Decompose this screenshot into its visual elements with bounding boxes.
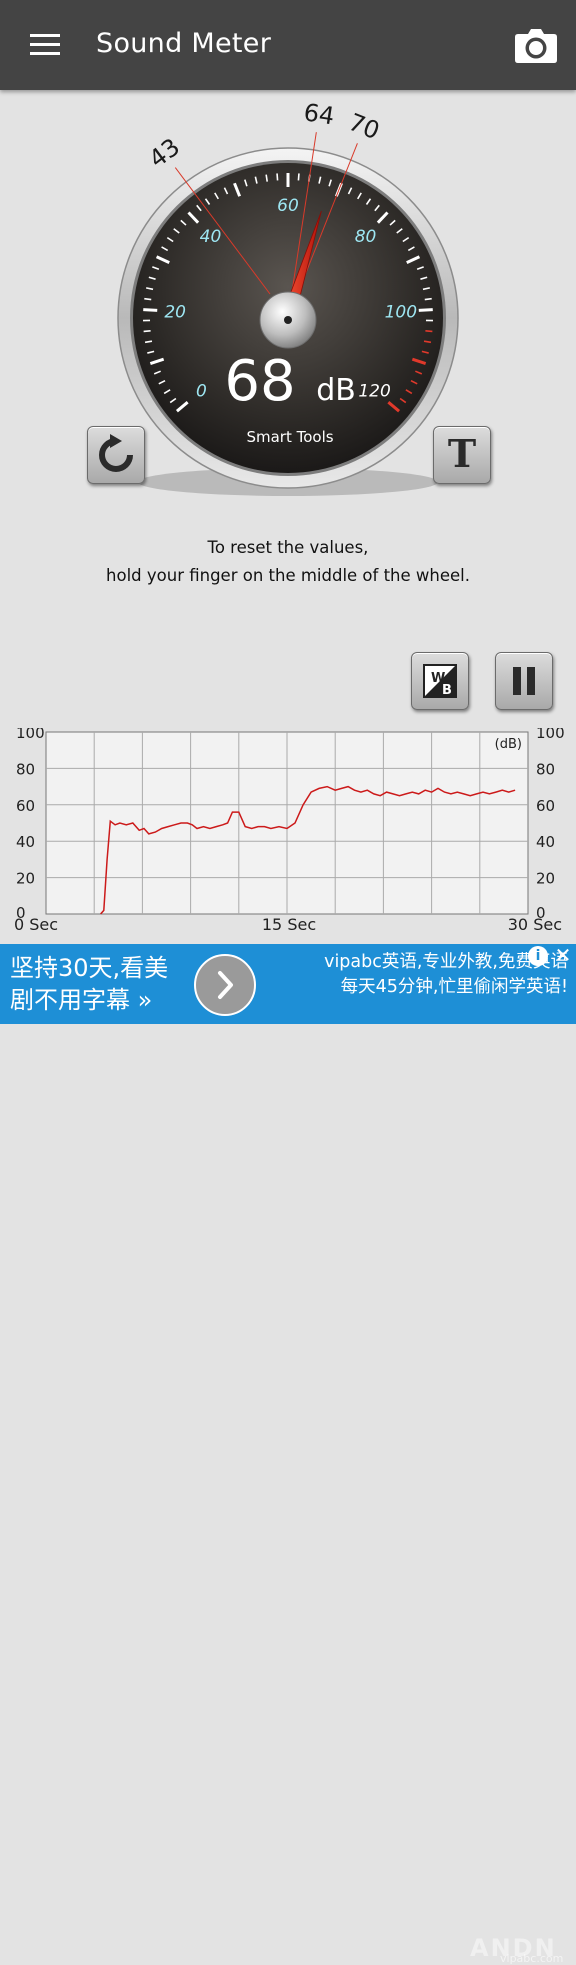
chart-ytick-right: 40 <box>536 833 555 851</box>
ad-right-text: vipabc英语,专业外教,免费英语 每天45分钟,忙里偷闲学英语! <box>264 950 568 1000</box>
app-title: Sound Meter <box>96 28 271 59</box>
chart-ytick-left: 60 <box>16 797 35 815</box>
ad-left-line-2: 剧不用字幕 » <box>10 984 198 1016</box>
svg-text:B: B <box>442 683 452 698</box>
chart-ytick-left: 20 <box>16 870 35 888</box>
gauge-scale-label: 120 <box>358 382 390 402</box>
ad-right-line-2: 每天45分钟,忙里偷闲学英语! <box>264 975 568 1000</box>
gauge-scale-label: 20 <box>164 302 186 322</box>
gauge-scale-label: 40 <box>200 227 222 247</box>
brand-label: Smart Tools <box>246 428 333 446</box>
ad-banner[interactable]: 坚持30天,看美 剧不用字幕 » vipabc英语,专业外教,免费英语 每天45… <box>0 944 576 1024</box>
chart-ytick-right: 100 <box>536 728 565 742</box>
ad-close-icon[interactable]: ✕ <box>552 944 574 966</box>
gauge-min-marker: 43 <box>144 133 185 174</box>
gauge-tick <box>266 175 267 182</box>
chart-xtick: 15 Sec <box>262 915 316 934</box>
gauge-tick <box>425 331 432 332</box>
text-mode-button[interactable]: T <box>433 426 491 484</box>
hint-line-2: hold your finger on the middle of the wh… <box>0 562 576 590</box>
gauge-tick <box>298 173 299 180</box>
watermark-sub: vipabc.com <box>500 1952 563 1965</box>
pause-icon <box>496 653 552 709</box>
gauge-tick <box>144 299 151 300</box>
ad-left-text: 坚持30天,看美 剧不用字幕 » <box>10 952 198 1016</box>
white-black-toggle-button[interactable]: W B <box>411 652 469 710</box>
gauge-tick <box>143 310 157 311</box>
gauge-max-marker: 70 <box>345 108 384 145</box>
gauge-tick <box>144 331 151 332</box>
db-history-chart: 100806040200100806040200 0 Sec15 Sec30 S… <box>0 728 576 940</box>
chart-ytick-right: 80 <box>536 760 555 778</box>
chart-ytick-left: 40 <box>16 833 35 851</box>
chart-ylabel: (dB) <box>495 737 522 752</box>
db-value: 68 <box>224 349 295 414</box>
chart-ytick-left: 80 <box>16 760 35 778</box>
gauge-scale-label: 80 <box>355 227 377 247</box>
gauge-tick <box>277 173 278 180</box>
gauge-scale-label: 100 <box>385 302 417 322</box>
pause-button[interactable] <box>495 652 553 710</box>
reset-hint: To reset the values, hold your finger on… <box>0 534 576 590</box>
camera-icon[interactable] <box>514 28 558 64</box>
chart-xtick: 30 Sec <box>508 915 562 934</box>
chevron-right-icon <box>196 956 254 1014</box>
db-unit: dB <box>316 373 356 408</box>
chart-ytick-right: 60 <box>536 797 555 815</box>
gauge-tick <box>419 310 433 311</box>
refresh-icon <box>88 427 144 483</box>
ad-right-line-1: vipabc英语,专业外教,免费英语 <box>264 950 568 975</box>
hamburger-menu-icon[interactable] <box>30 34 60 56</box>
chart-ytick-left: 100 <box>16 728 45 742</box>
chart-ytick-right: 20 <box>536 870 555 888</box>
gauge-avg-marker: 64 <box>302 100 336 130</box>
app-bar: Sound Meter <box>0 0 576 90</box>
text-mode-icon: T <box>434 431 490 476</box>
ad-info-icon[interactable]: i <box>528 946 548 966</box>
chart-xtick: 0 Sec <box>14 915 58 934</box>
gauge-scale-label: 60 <box>277 196 299 216</box>
reset-button[interactable] <box>87 426 145 484</box>
gauge-tick <box>425 299 432 300</box>
ad-left-line-1: 坚持30天,看美 <box>10 952 198 984</box>
white-black-toggle-icon: W B <box>412 653 468 709</box>
gauge-hub-dot <box>284 316 292 324</box>
hint-line-1: To reset the values, <box>0 534 576 562</box>
gauge-scale-label: 0 <box>196 382 207 402</box>
ad-arrow-button[interactable] <box>194 954 256 1016</box>
